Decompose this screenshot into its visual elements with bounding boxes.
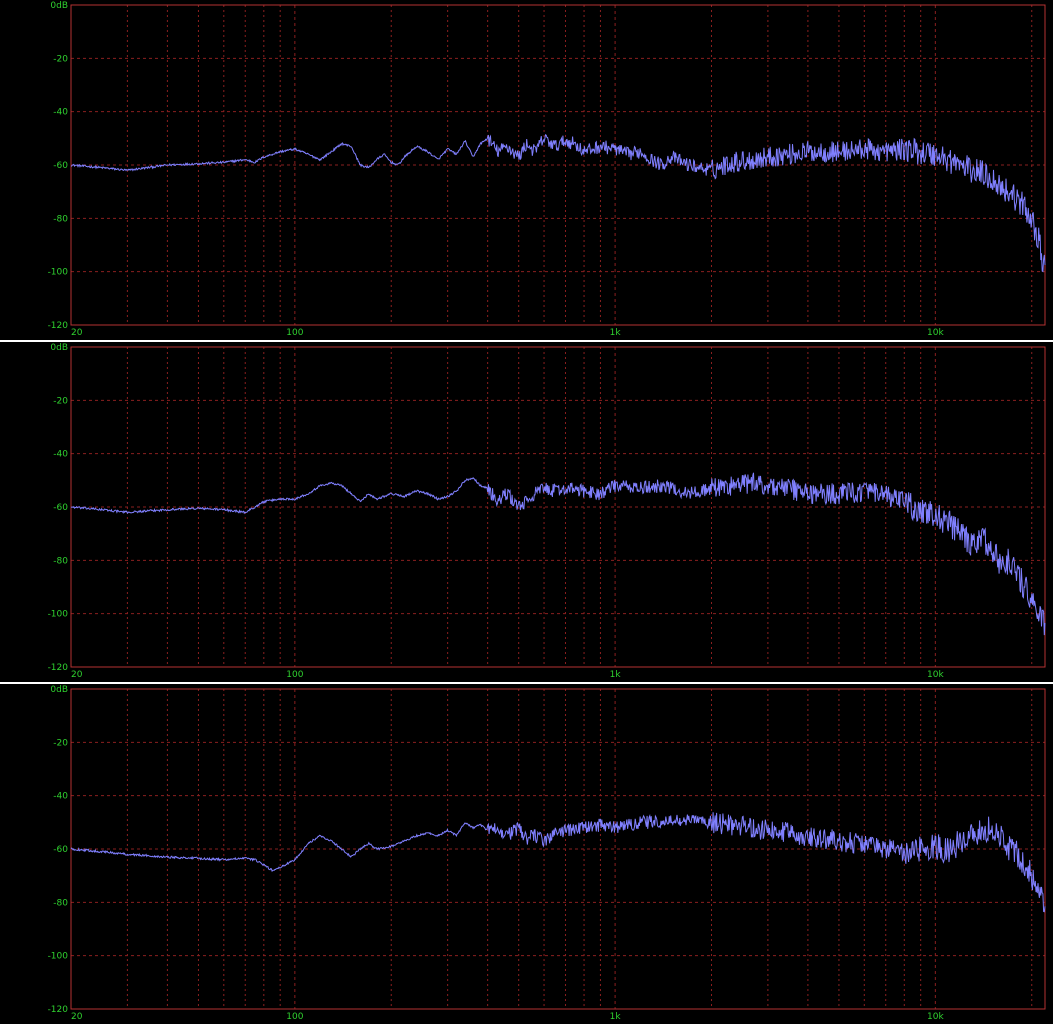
x-tick-label: 20 — [71, 670, 83, 680]
x-tick-label: 10k — [927, 1012, 944, 1022]
x-tick-label: 20 — [71, 1012, 83, 1022]
y-tick-label: 0dB — [50, 343, 68, 353]
spectrum-chart-1: 0dB -20 -40 -60 -80 -100 -12020 100 1k 10k — [48, 1, 1046, 338]
y-tick-label: -60 — [53, 161, 68, 171]
spectrum-trace — [70, 472, 1046, 636]
y-tick-label: 0dB — [50, 685, 68, 695]
horizontal-gridlines — [71, 57, 1045, 273]
y-tick-label: -20 — [53, 54, 68, 64]
y-tick-label: -120 — [48, 663, 69, 673]
y-tick-label: -20 — [53, 738, 68, 748]
x-tick-label: 100 — [286, 328, 303, 338]
spectrum-panel-2: 0dB -20 -40 -60 -80 -100 -120 20 100 1k 10k — [0, 342, 1053, 682]
y-tick-label: -80 — [53, 898, 68, 908]
y-tick-label: -40 — [53, 450, 68, 460]
spectrum-chart-2: 0dB -20 -40 -60 -80 -100 -12020 100 1k 10k — [48, 343, 1046, 680]
spectrum-trace — [70, 812, 1046, 913]
spectrum-chart-3: 0dB -20 -40 -60 -80 -100 -12020 100 1k 10k — [48, 685, 1046, 1022]
x-tick-label: 100 — [286, 670, 303, 680]
y-tick-label: -20 — [53, 396, 68, 406]
x-tick-label: 100 — [286, 1012, 303, 1022]
spectrum-panel-1: 0dB -20 -40 -60 -80 -100 -120 20 100 1k 10k — [0, 0, 1053, 340]
x-tick-label: 10k — [927, 670, 944, 680]
y-tick-label: 0dB — [50, 1, 68, 11]
x-tick-label: 10k — [927, 328, 944, 338]
x-tick-label: 1k — [610, 1012, 622, 1022]
horizontal-gridlines — [71, 399, 1045, 615]
x-tick-label: 1k — [610, 670, 622, 680]
y-tick-label: -120 — [48, 321, 69, 331]
y-tick-label: -100 — [48, 952, 69, 962]
y-tick-label: -100 — [48, 610, 69, 620]
y-tick-label: -40 — [53, 792, 68, 802]
x-tick-label: 20 — [71, 328, 83, 338]
y-tick-label: -40 — [53, 108, 68, 118]
y-tick-label: -80 — [53, 214, 68, 224]
x-tick-label: 1k — [610, 328, 622, 338]
y-tick-label: -120 — [48, 1005, 69, 1015]
y-tick-label: -60 — [53, 503, 68, 513]
y-tick-label: -80 — [53, 556, 68, 566]
y-tick-label: -60 — [53, 845, 68, 855]
spectrum-panel-3: 0dB -20 -40 -60 -80 -100 -120 20 100 1k 10k — [0, 684, 1053, 1024]
y-tick-label: -100 — [48, 268, 69, 278]
spectrum-trace — [70, 134, 1046, 273]
